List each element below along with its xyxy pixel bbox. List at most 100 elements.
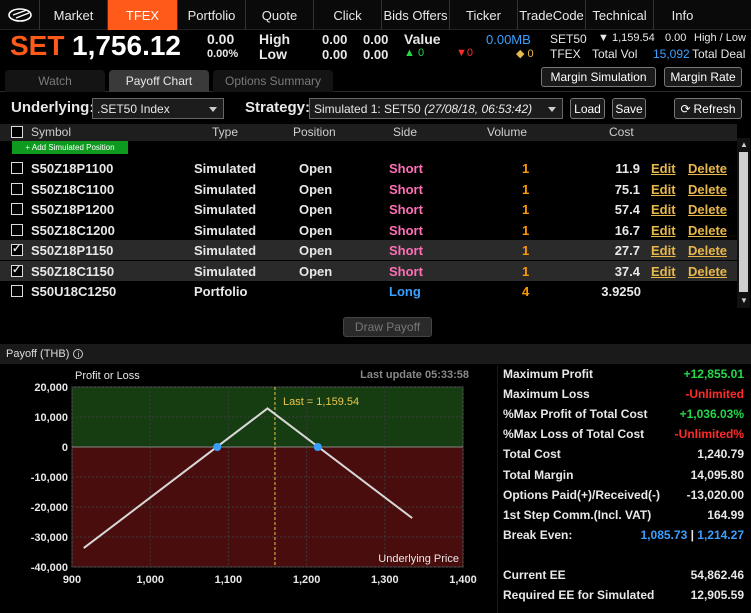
x-tick-label: 1,100 — [215, 574, 243, 585]
row-symbol: S50Z18C1100 — [31, 182, 115, 197]
row-side: Short — [389, 264, 423, 279]
table-row[interactable]: S50Z18C1200 Simulated Open Short 1 16.7 Edit De… — [0, 220, 737, 240]
row-checkbox[interactable] — [11, 263, 23, 277]
edit-link[interactable]: Edit — [651, 202, 676, 217]
tab-options-summary[interactable]: Options Summary — [213, 70, 333, 92]
stat-value-wrap: 1,240.79 — [697, 447, 744, 461]
nav-info[interactable]: Info — [654, 0, 711, 30]
delete-link[interactable]: Delete — [688, 202, 727, 217]
row-position: Open — [299, 161, 333, 176]
nav-ticker[interactable]: Ticker — [450, 0, 518, 30]
edit-link[interactable]: Edit — [651, 161, 676, 176]
row-checkbox[interactable] — [11, 183, 23, 195]
delete-link[interactable]: Delete — [688, 161, 727, 176]
up-arrow-icon: ▲ — [404, 47, 415, 59]
underlying-select[interactable]: .SET50 Index — [92, 98, 224, 119]
row-volume: 4 — [522, 284, 530, 299]
add-simulated-position-button[interactable]: + Add Simulated Position — [12, 141, 128, 154]
set50-price: ▼ 1,159.54 — [598, 32, 655, 44]
payoff-title: Payoff (THB) — [6, 348, 70, 360]
row-side: Short — [389, 161, 423, 176]
row-type: Simulated — [194, 264, 257, 279]
refresh-button[interactable]: ⟳ Refresh — [674, 98, 742, 119]
row-symbol: S50Z18C1200 — [31, 223, 115, 238]
x-axis-title: Underlying Price — [378, 553, 459, 565]
strategy-select[interactable]: Simulated 1: SET50 (27/08/18, 06:53:42) — [309, 98, 563, 119]
stat-row: Break Even: 1,085.73 | 1,214.27 — [503, 528, 747, 548]
tab-payoff-chart[interactable]: Payoff Chart — [109, 70, 209, 92]
row-checkbox[interactable] — [11, 242, 23, 256]
value-label: Value — [404, 31, 441, 47]
ticker-pct: 0.00% — [207, 48, 239, 60]
row-side: Short — [389, 243, 423, 258]
edit-link[interactable]: Edit — [651, 243, 676, 258]
row-cost: 57.4 — [614, 202, 640, 217]
margin-rate-button[interactable]: Margin Rate — [664, 67, 742, 87]
table-row[interactable]: S50Z18P1200 Simulated Open Short 1 57.4 Edit De… — [0, 199, 737, 219]
stat-row: Maximum Loss -Unlimited — [503, 387, 747, 407]
row-cost: 16.7 — [614, 223, 640, 238]
edit-link[interactable]: Edit — [651, 182, 676, 197]
stat-label: Options Paid(+)/Received(-) — [503, 488, 661, 502]
delete-link[interactable]: Delete — [688, 264, 727, 279]
delete-link[interactable]: Delete — [688, 243, 727, 258]
nav-tradecode[interactable]: TradeCode — [518, 0, 586, 30]
payoff-chart-svg: 20,000 10,000 0 -10,000 -20,000 -30,000 -40,00… — [31, 369, 477, 586]
header-side[interactable]: Side — [393, 125, 417, 139]
nav-technical[interactable]: Technical — [586, 0, 654, 30]
stat-label: 1st Step Comm.(Incl. VAT) — [503, 508, 652, 522]
nav-quote[interactable]: Quote — [246, 0, 314, 30]
stat-value-wrap: 14,095.80 — [691, 468, 744, 482]
delete-link[interactable]: Delete — [688, 182, 727, 197]
tab-watch[interactable]: Watch — [5, 70, 105, 92]
nav-click[interactable]: Click — [314, 0, 382, 30]
table-row[interactable]: S50U18C1250 Portfolio Long 4 3.9250 — [0, 281, 737, 301]
row-checkbox[interactable] — [11, 285, 23, 297]
header-cost[interactable]: Cost — [609, 125, 634, 139]
scroll-down-icon[interactable]: ▼ — [740, 296, 748, 305]
edit-link[interactable]: Edit — [651, 223, 676, 238]
table-row[interactable]: S50Z18P1100 Simulated Open Short 1 11.9 Edit De… — [0, 158, 737, 178]
header-symbol[interactable]: Symbol — [31, 125, 71, 139]
scroll-up-icon[interactable]: ▲ — [740, 140, 748, 149]
brand-logo-icon[interactable] — [0, 0, 40, 30]
positions-table: Symbol Type Position Side Volume Cost + … — [0, 124, 737, 308]
table-row[interactable]: S50Z18C1100 Simulated Open Short 1 75.1 Edit De… — [0, 179, 737, 199]
header-volume[interactable]: Volume — [487, 125, 527, 139]
total-vol: 15,092 — [653, 47, 690, 61]
row-checkbox[interactable] — [11, 203, 23, 215]
row-checkbox[interactable] — [11, 224, 23, 236]
high-value-2: 0.00 — [363, 32, 389, 47]
margin-simulation-button[interactable]: Margin Simulation — [541, 67, 656, 87]
strategy-label: Strategy: — [245, 99, 311, 116]
row-checkbox[interactable] — [11, 162, 23, 174]
delete-link[interactable]: Delete — [688, 223, 727, 238]
info-icon[interactable]: i — [73, 349, 84, 359]
nav-tfex[interactable]: TFEX — [108, 0, 178, 30]
row-volume: 1 — [522, 243, 530, 258]
nav-bids-offers[interactable]: Bids Offers — [382, 0, 450, 30]
table-row[interactable]: S50Z18C1150 Simulated Open Short 1 37.4 Edit De… — [0, 261, 737, 281]
nav-portfolio[interactable]: Portfolio — [178, 0, 246, 30]
payoff-stats: Maximum Profit +12,855.01 Maximum Loss -Unl… — [497, 365, 751, 613]
table-row[interactable]: S50Z18P1150 Simulated Open Short 1 27.7 Edit De… — [0, 240, 737, 260]
nav-market[interactable]: Market — [40, 0, 108, 30]
scroll-thumb[interactable] — [739, 152, 748, 292]
load-button[interactable]: Load — [570, 98, 605, 119]
x-tick-label: 1,000 — [136, 574, 164, 585]
header-type[interactable]: Type — [212, 125, 238, 139]
select-all-checkbox[interactable] — [11, 126, 23, 138]
stat-value-wrap: +12,855.01 — [684, 367, 744, 381]
save-button[interactable]: Save — [612, 98, 646, 119]
edit-link[interactable]: Edit — [651, 264, 676, 279]
row-position: Open — [299, 223, 333, 238]
stat-value: -13,020.00 — [686, 488, 744, 502]
top-nav: Market TFEX Portfolio Quote Click Bids O… — [0, 0, 751, 30]
high-label: High — [259, 31, 291, 47]
table-scrollbar[interactable]: ▲ ▼ — [737, 138, 750, 308]
header-position[interactable]: Position — [293, 125, 336, 139]
stat-value-2: 1,214.27 — [697, 528, 744, 542]
stat-value-wrap: 1,085.73 | 1,214.27 — [640, 528, 744, 542]
y-axis-title: Profit or Loss — [75, 370, 140, 382]
draw-payoff-button[interactable]: Draw Payoff — [343, 317, 432, 337]
